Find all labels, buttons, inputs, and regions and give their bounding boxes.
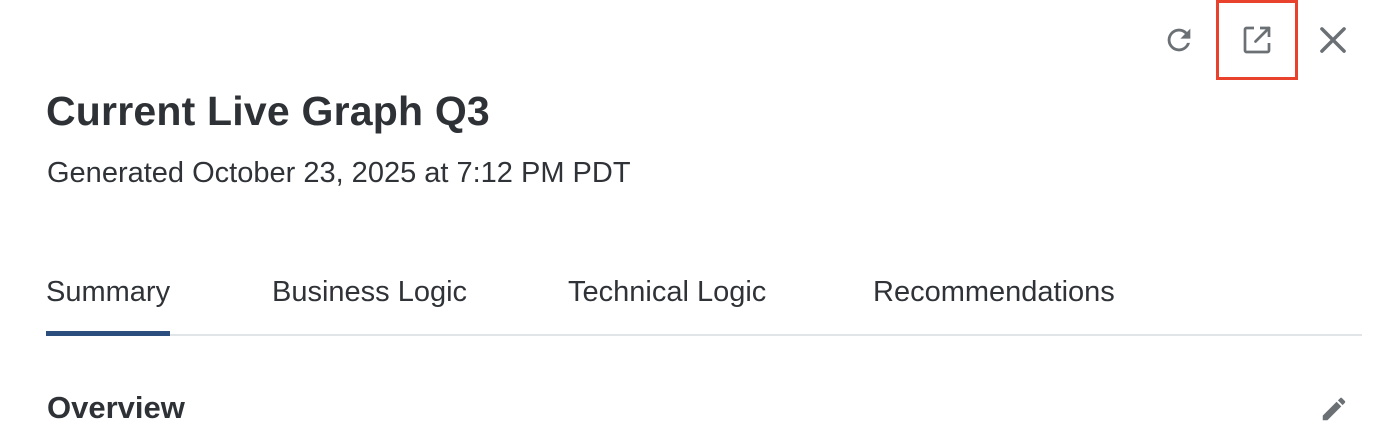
tab-business-logic[interactable]: Business Logic — [272, 262, 467, 334]
generated-timestamp: Generated October 23, 2025 at 7:12 PM PD… — [47, 157, 631, 189]
tab-summary[interactable]: Summary — [46, 262, 171, 336]
close-button[interactable] — [1292, 0, 1374, 80]
tab-recommendations[interactable]: Recommendations — [873, 262, 1115, 334]
refresh-button[interactable] — [1138, 0, 1220, 80]
external-link-icon — [1239, 22, 1275, 58]
refresh-icon — [1162, 23, 1196, 57]
tab-technical-logic[interactable]: Technical Logic — [568, 262, 766, 334]
pencil-icon — [1319, 394, 1349, 427]
open-in-new-window-button[interactable] — [1216, 0, 1298, 80]
close-icon — [1314, 21, 1352, 59]
overview-heading: Overview — [47, 390, 185, 425]
detail-panel: Current Live Graph Q3 Generated October … — [0, 0, 1382, 444]
page-title: Current Live Graph Q3 — [46, 88, 490, 134]
tab-bar: Summary Business Logic Technical Logic R… — [46, 262, 1362, 336]
edit-overview-button[interactable] — [1312, 388, 1356, 432]
